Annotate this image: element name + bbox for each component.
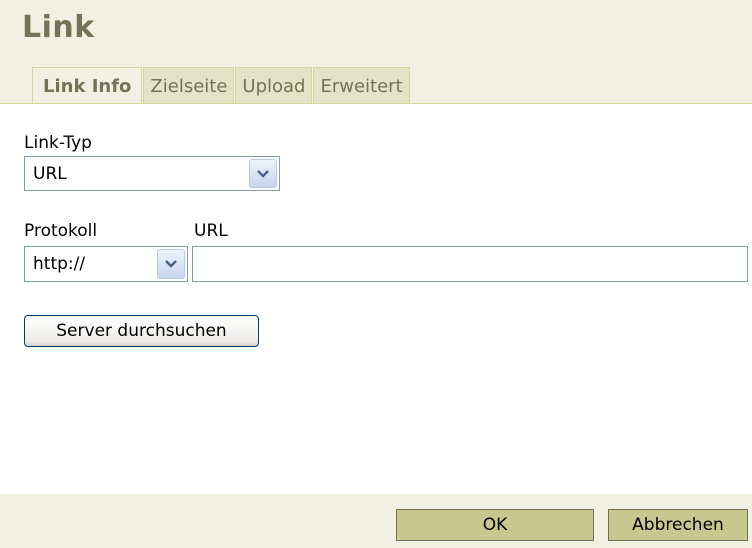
tab-zielseite[interactable]: Zielseite	[143, 67, 235, 103]
tab-erweitert[interactable]: Erweitert	[313, 67, 410, 103]
dialog-header: Link Link Info Zielseite Upload Erweiter…	[0, 0, 752, 104]
protocol-value: http://	[33, 254, 86, 274]
protocol-label: Protokoll	[24, 221, 98, 241]
tab-link-info[interactable]: Link Info	[32, 67, 143, 104]
tab-bar: Link Info Zielseite Upload Erweitert	[32, 67, 411, 104]
url-input[interactable]	[192, 246, 748, 282]
link-type-label: Link-Typ	[24, 133, 92, 153]
link-type-dropdown-button[interactable]	[249, 159, 277, 188]
link-type-value: URL	[33, 163, 67, 184]
tab-upload[interactable]: Upload	[235, 67, 313, 103]
ok-button[interactable]: OK	[396, 509, 594, 541]
url-label: URL	[194, 221, 228, 241]
link-type-select[interactable]: URL	[24, 156, 280, 191]
chevron-down-icon	[257, 169, 269, 178]
cancel-button[interactable]: Abbrechen	[608, 509, 748, 541]
chevron-down-icon	[165, 260, 177, 268]
dialog-title: Link	[22, 10, 95, 45]
protocol-select[interactable]: http://	[24, 246, 188, 282]
dialog-footer: OK Abbrechen	[0, 494, 752, 548]
browse-server-button[interactable]: Server durchsuchen	[24, 315, 259, 347]
tab-divider	[0, 103, 752, 104]
protocol-dropdown-button[interactable]	[157, 249, 185, 279]
